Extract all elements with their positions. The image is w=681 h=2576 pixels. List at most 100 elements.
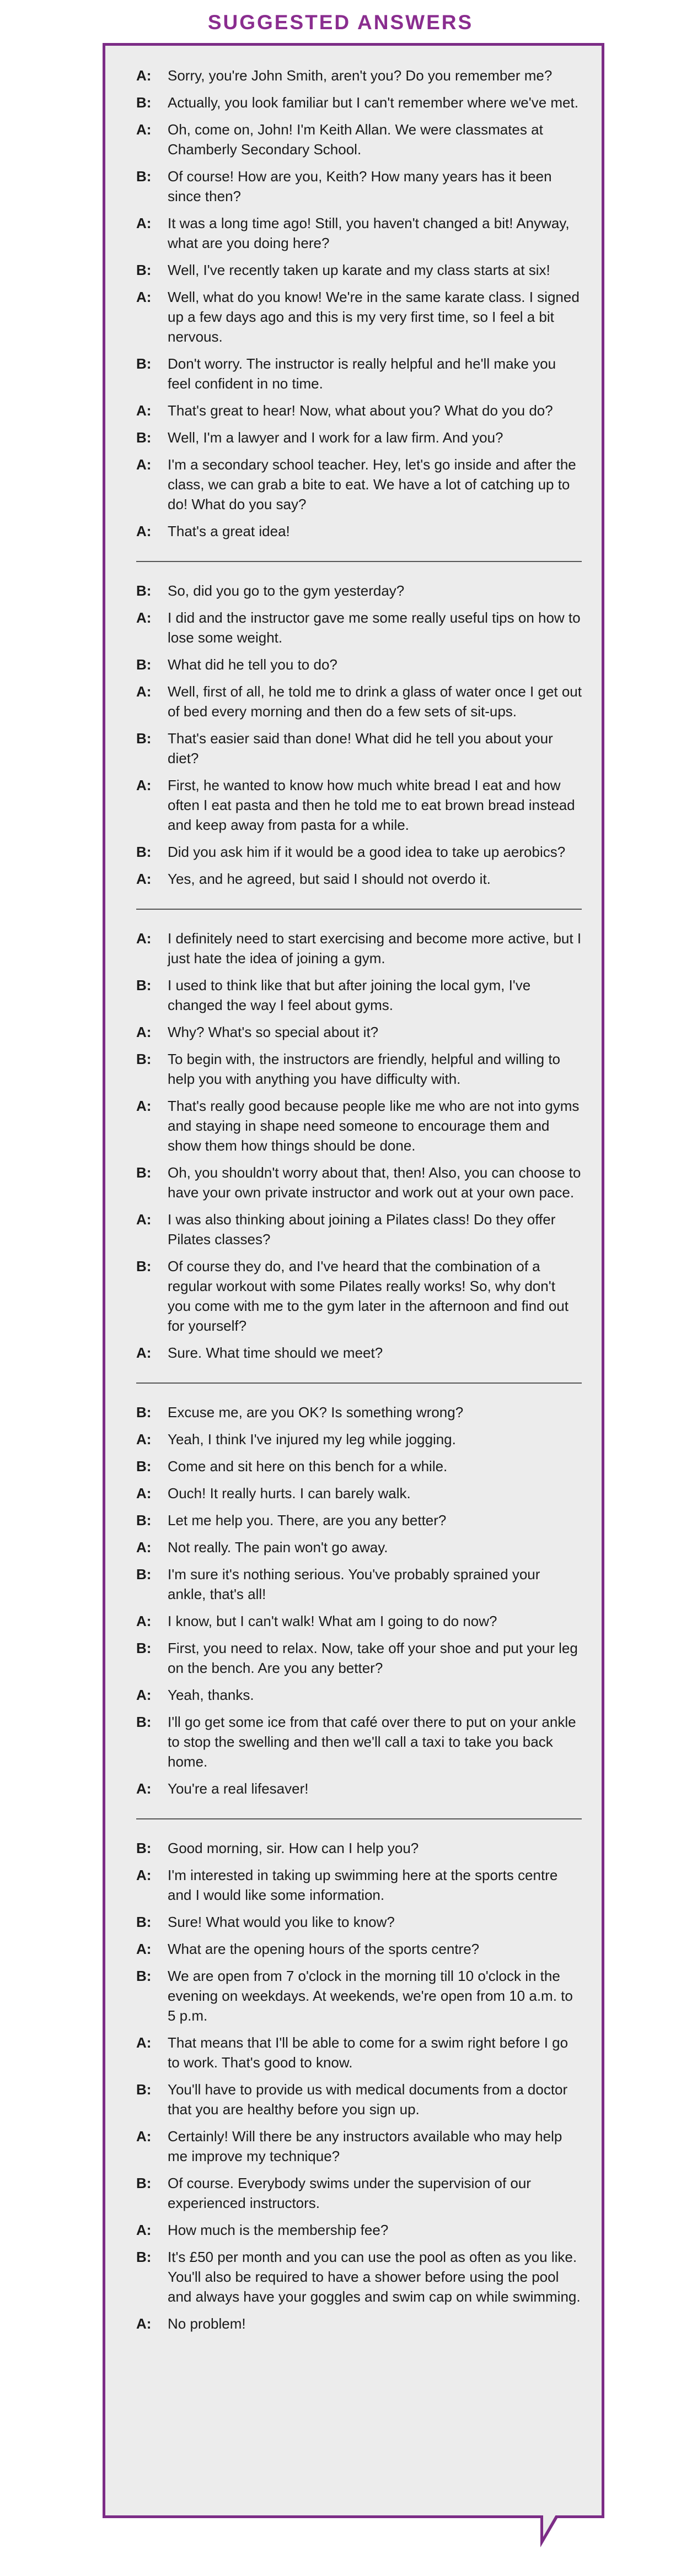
dialogue-line: B: First, you need to relax. Now, take of… <box>136 1638 582 1678</box>
speaker-label: A: <box>136 121 152 138</box>
dialogue-line: A: Yeah, thanks. <box>136 1685 582 1705</box>
speaker-label: B: <box>136 2175 152 2191</box>
dialogue-text: How much is the membership fee? <box>168 2222 389 2238</box>
dialogue-line: B: I'm sure it's nothing serious. You've … <box>136 1564 582 1604</box>
speech-bubble-tail-inner <box>543 2515 556 2537</box>
speaker-label: B: <box>136 1458 152 1475</box>
dialogue-line: B: I used to think like that but after jo… <box>136 975 582 1015</box>
dialogue-text: I used to think like that but after join… <box>168 977 531 1013</box>
dialogue-text: Ouch! It really hurts. I can barely walk… <box>168 1485 411 1502</box>
speaker-label: B: <box>136 2249 152 2265</box>
dialogue-line: B: What did he tell you to do? <box>136 655 582 674</box>
dialogue-text: It was a long time ago! Still, you haven… <box>168 215 570 251</box>
dialogue-text: Yes, and he agreed, but said I should no… <box>168 871 491 887</box>
dialogue-text: I definitely need to start exercising an… <box>168 930 582 966</box>
section-divider <box>136 561 582 562</box>
speaker-label: B: <box>136 429 152 446</box>
dialogue-section: B: So, did you go to the gym yesterday? A:… <box>136 581 582 889</box>
dialogue-text: Well, what do you know! We're in the sam… <box>168 289 580 345</box>
dialogue-text: Of course! How are you, Keith? How many … <box>168 168 552 204</box>
dialogue-line: A: Well, first of all, he told me to drin… <box>136 682 582 721</box>
dialogue-line: A: Sorry, you're John Smith, aren't you? … <box>136 66 582 85</box>
dialogue-section: A: Sorry, you're John Smith, aren't you? … <box>136 66 582 541</box>
speaker-label: B: <box>136 977 152 993</box>
dialogue-line: B: Well, I'm a lawyer and I work for a la… <box>136 428 582 447</box>
speaker-label: A: <box>136 215 152 231</box>
dialogue-text: Did you ask him if it would be a good id… <box>168 844 566 860</box>
speaker-label: A: <box>136 289 152 305</box>
speaker-label: A: <box>136 1780 152 1797</box>
dialogue-line: A: Certainly! Will there be any instructo… <box>136 2126 582 2166</box>
speaker-label: B: <box>136 730 152 747</box>
speaker-label: A: <box>136 1941 152 1957</box>
dialogue-line: A: Not really. The pain won't go away. <box>136 1537 582 1557</box>
speaker-label: B: <box>136 1512 152 1529</box>
dialogue-line: B: Of course! How are you, Keith? How man… <box>136 166 582 206</box>
dialogue-line: A: That's a great idea! <box>136 521 582 541</box>
dialogue-text: Come and sit here on this bench for a wh… <box>168 1458 448 1475</box>
speaker-label: B: <box>136 1164 152 1181</box>
dialogue-text: Don't worry. The instructor is really he… <box>168 355 556 392</box>
dialogue-line: B: Good morning, sir. How can I help you? <box>136 1838 582 1858</box>
speaker-label: A: <box>136 456 152 473</box>
speaker-label: B: <box>136 656 152 673</box>
dialogue-text: Sorry, you're John Smith, aren't you? Do… <box>168 67 553 84</box>
speaker-label: A: <box>136 1613 152 1629</box>
dialogue-line: A: It was a long time ago! Still, you hav… <box>136 213 582 253</box>
dialogue-text: Of course. Everybody swims under the sup… <box>168 2175 531 2211</box>
dialogue-line: B: Excuse me, are you OK? Is something wr… <box>136 1402 582 1422</box>
dialogue-line: B: Sure! What would you like to know? <box>136 1912 582 1932</box>
dialogue-line: B: You'll have to provide us with medical… <box>136 2080 582 2119</box>
dialogue-text: Sure! What would you like to know? <box>168 1914 395 1930</box>
dialogue-text: I'll go get some ice from that café over… <box>168 1714 576 1770</box>
dialogue-text: Not really. The pain won't go away. <box>168 1539 388 1556</box>
dialogue-line: A: That means that I'll be able to come f… <box>136 2033 582 2072</box>
speaker-label: A: <box>136 1485 152 1502</box>
speaker-label: B: <box>136 1840 152 1856</box>
dialogue-line: A: That's really good because people like… <box>136 1096 582 1155</box>
speaker-label: A: <box>136 2034 152 2051</box>
speaker-label: B: <box>136 582 152 599</box>
dialogue-line: A: You're a real lifesaver! <box>136 1779 582 1799</box>
dialogue-text: I'm interested in taking up swimming her… <box>168 1867 558 1903</box>
dialogue-line: A: I did and the instructor gave me some … <box>136 608 582 647</box>
dialogue-text: First, you need to relax. Now, take off … <box>168 1640 578 1676</box>
speaker-label: B: <box>136 94 152 111</box>
section-divider <box>136 1818 582 1819</box>
speaker-label: A: <box>136 2315 152 2332</box>
page-title: SUGGESTED ANSWERS <box>207 11 474 34</box>
dialogue-text: Oh, you shouldn't worry about that, then… <box>168 1164 581 1201</box>
dialogue-line: B: We are open from 7 o'clock in the morn… <box>136 1966 582 2026</box>
dialogue-text: Oh, come on, John! I'm Keith Allan. We w… <box>168 121 543 158</box>
speaker-label: A: <box>136 1024 152 1040</box>
dialogue-section: B: Excuse me, are you OK? Is something wr… <box>136 1402 582 1799</box>
dialogue-text: That's easier said than done! What did h… <box>168 730 553 766</box>
speaker-label: B: <box>136 1258 152 1275</box>
dialogue-line: B: Did you ask him if it would be a good … <box>136 842 582 862</box>
dialogue-line: B: Come and sit here on this bench for a … <box>136 1456 582 1476</box>
dialogue-line: A: Yes, and he agreed, but said I should … <box>136 869 582 889</box>
dialogue-line: A: How much is the membership fee? <box>136 2220 582 2240</box>
speaker-label: B: <box>136 1714 152 1730</box>
dialogue-text: No problem! <box>168 2315 246 2332</box>
dialogue-line: A: Sure. What time should we meet? <box>136 1343 582 1363</box>
dialogue-line: B: Of course they do, and I've heard that… <box>136 1256 582 1336</box>
section-divider <box>136 909 582 910</box>
dialogue-line: A: First, he wanted to know how much whit… <box>136 775 582 835</box>
speaker-label: B: <box>136 355 152 372</box>
speaker-label: A: <box>136 2222 152 2238</box>
dialogue-line: B: Well, I've recently taken up karate an… <box>136 260 582 280</box>
speaker-label: B: <box>136 1566 152 1583</box>
dialogue-line: A: Ouch! It really hurts. I can barely wa… <box>136 1483 582 1503</box>
dialogue-text: That's a great idea! <box>168 523 290 539</box>
speaker-label: A: <box>136 871 152 887</box>
dialogue-text: So, did you go to the gym yesterday? <box>168 582 405 599</box>
dialogue-text: That means that I'll be able to come for… <box>168 2034 569 2071</box>
dialogue-text: Well, I've recently taken up karate and … <box>168 262 550 278</box>
dialogue-text: You'll have to provide us with medical d… <box>168 2081 568 2118</box>
speaker-label: B: <box>136 1914 152 1930</box>
dialogue-text: Yeah, I think I've injured my leg while … <box>168 1431 456 1448</box>
dialogue-line: B: That's easier said than done! What did… <box>136 728 582 768</box>
dialogue-text: It's £50 per month and you can use the p… <box>168 2249 581 2305</box>
dialogue-line: B: It's £50 per month and you can use the… <box>136 2247 582 2307</box>
